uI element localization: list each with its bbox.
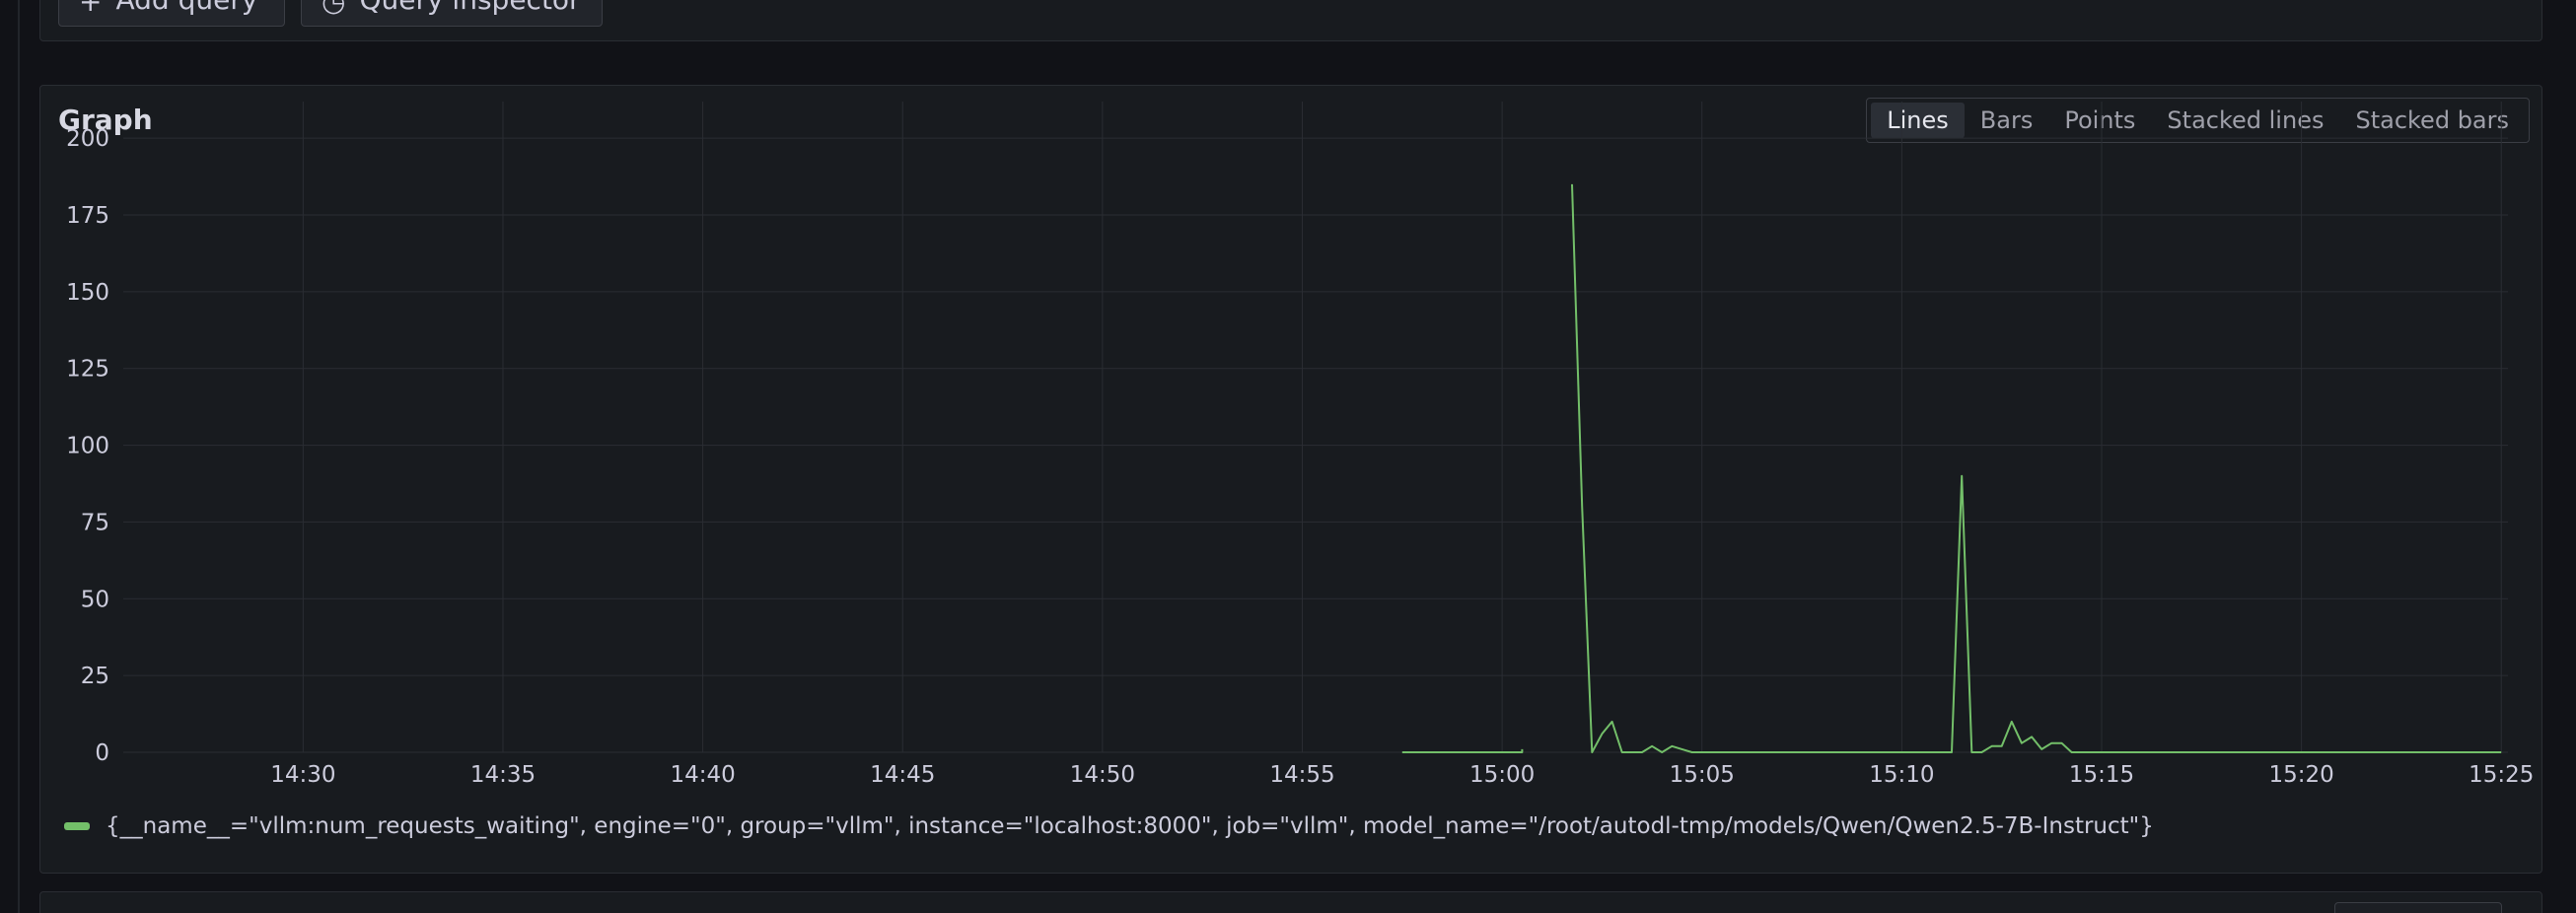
x-tick-label: 15:20	[2268, 762, 2333, 788]
add-query-button[interactable]: + Add query	[58, 0, 285, 27]
x-tick-label: 15:10	[1869, 762, 1934, 788]
legend-series-label: {__name__="vllm:num_requests_waiting", e…	[106, 813, 2154, 839]
x-tick-label: 14:55	[1269, 762, 1334, 788]
x-tick-label: 14:35	[470, 762, 536, 788]
add-query-label: Add query	[115, 0, 257, 16]
graph-panel: Graph Lines Bars Points Stacked lines St…	[39, 85, 2542, 874]
x-tick-label: 15:05	[1670, 762, 1735, 788]
next-panel-button[interactable]	[2334, 902, 2502, 913]
x-tick-label: 14:30	[270, 762, 335, 788]
page: + Add query ◷ Query inspector Graph Line…	[0, 0, 2576, 913]
series-line	[1571, 183, 2502, 753]
query-toolbar-panel: + Add query ◷ Query inspector	[39, 0, 2542, 41]
y-tick-label: 100	[66, 434, 109, 459]
x-tick-label: 14:45	[870, 762, 935, 788]
y-tick-label: 0	[95, 740, 109, 766]
y-tick-label: 150	[66, 280, 109, 306]
x-tick-label: 15:15	[2069, 762, 2134, 788]
legend-swatch	[64, 822, 90, 830]
y-tick-label: 175	[66, 203, 109, 229]
y-tick-label: 125	[66, 357, 109, 383]
query-inspector-button[interactable]: ◷ Query inspector	[301, 0, 603, 27]
left-edge-divider	[18, 0, 20, 913]
series-line	[1401, 748, 1524, 753]
y-tick-label: 50	[81, 587, 109, 612]
next-panel	[39, 891, 2542, 913]
plus-icon: +	[79, 0, 103, 18]
query-inspector-label: Query inspector	[359, 0, 580, 16]
y-tick-label: 25	[81, 664, 109, 689]
x-tick-label: 14:40	[670, 762, 735, 788]
graph-chart[interactable]: 0 25 50 75 100 125 150 175 200 14:30 14:35 14:40 14:…	[40, 86, 2541, 796]
y-tick-label: 75	[81, 510, 109, 535]
x-tick-label: 15:25	[2469, 762, 2534, 788]
clock-icon: ◷	[322, 0, 346, 18]
x-tick-label: 14:50	[1070, 762, 1135, 788]
y-tick-label: 200	[66, 126, 109, 152]
x-tick-label: 15:00	[1469, 762, 1535, 788]
legend[interactable]: {__name__="vllm:num_requests_waiting", e…	[64, 813, 2154, 839]
